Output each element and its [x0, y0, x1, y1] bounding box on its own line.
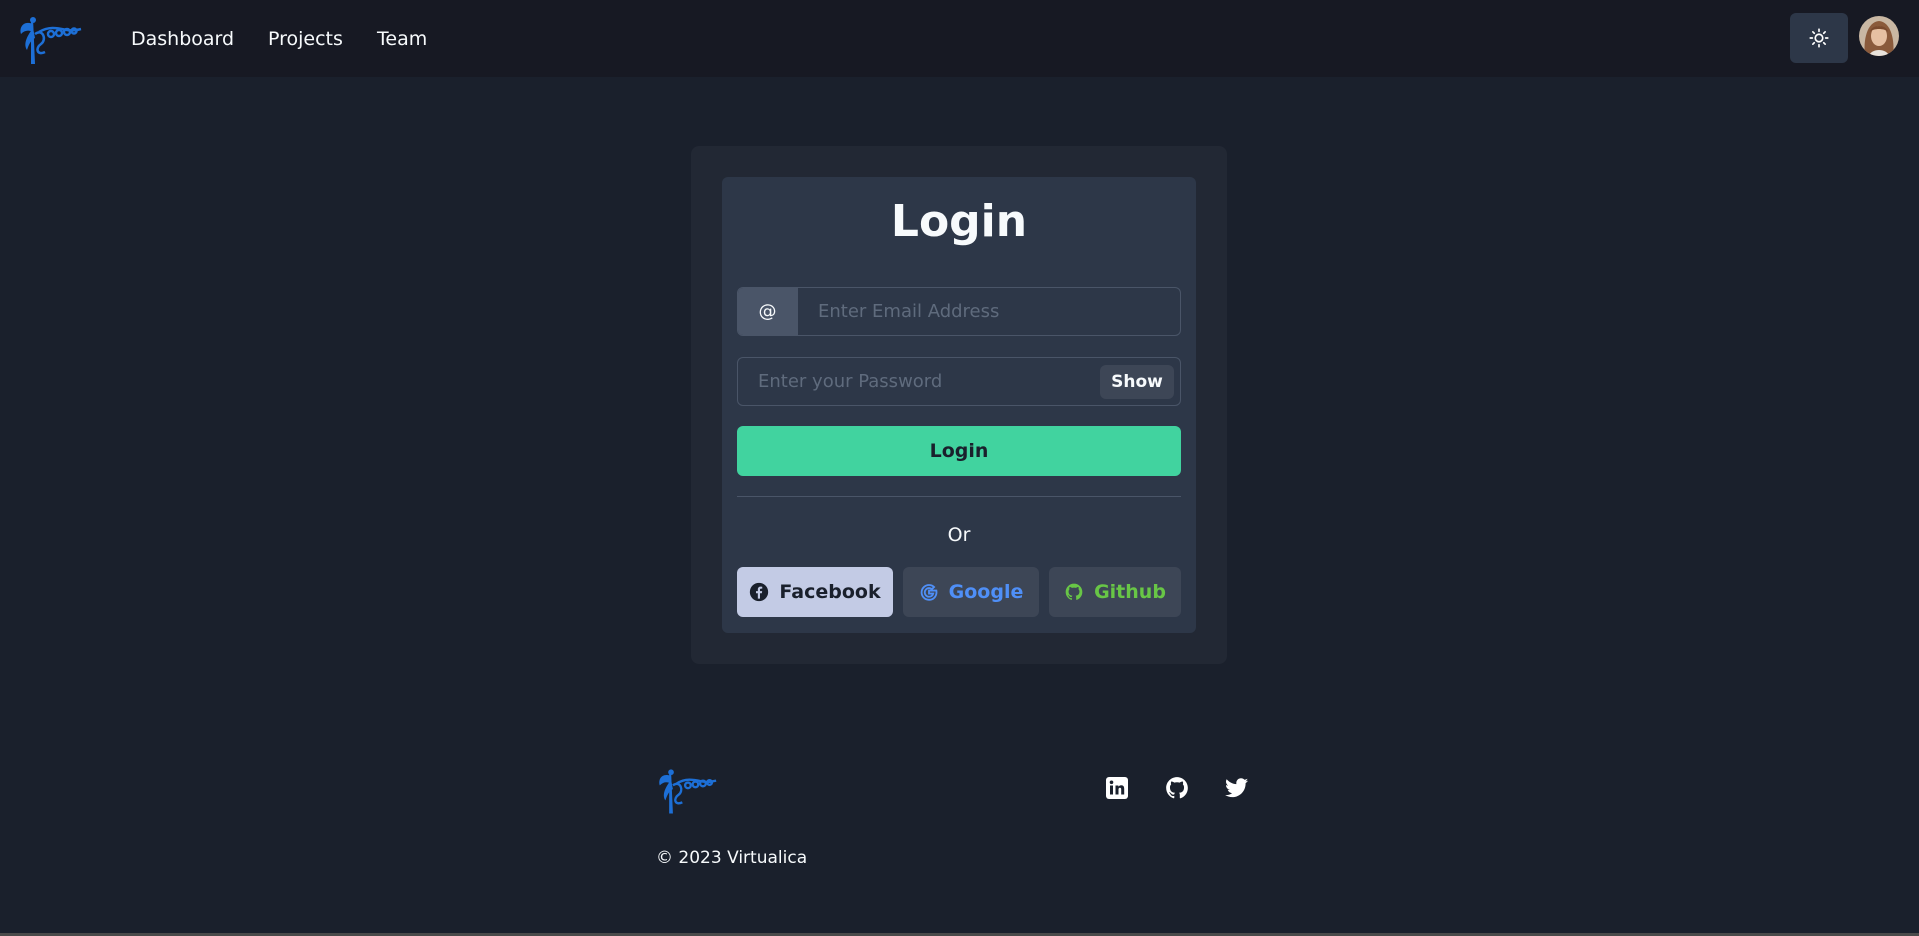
facebook-icon [750, 582, 769, 602]
google-login-button[interactable]: Google [903, 567, 1039, 617]
divider [737, 496, 1181, 497]
password-field-group: Show [737, 357, 1181, 406]
nav-dashboard-link[interactable]: Dashboard [131, 26, 234, 52]
facebook-label: Facebook [779, 581, 881, 603]
copyright-text: © 2023 Virtualica [656, 848, 808, 868]
github-icon[interactable] [1164, 775, 1190, 801]
theme-toggle-button[interactable] [1790, 13, 1848, 63]
navbar: Dashboard Projects Team [0, 0, 1919, 77]
github-icon [1065, 583, 1083, 600]
nav-team-link[interactable]: Team [377, 26, 427, 52]
password-input[interactable] [738, 371, 1100, 392]
show-password-button[interactable]: Show [1100, 364, 1174, 399]
github-label: Github [1094, 581, 1166, 603]
email-input[interactable] [798, 288, 1180, 335]
user-avatar[interactable] [1859, 16, 1899, 56]
or-separator-text: Or [947, 524, 971, 546]
caduceus-logo-icon[interactable] [17, 14, 83, 66]
footer-caduceus-logo-icon[interactable] [656, 765, 718, 817]
at-sign-addon: @ [738, 288, 798, 335]
google-icon [920, 584, 938, 601]
sun-icon [1809, 28, 1829, 48]
email-field-group: @ [737, 287, 1181, 336]
twitter-icon[interactable] [1224, 775, 1250, 801]
facebook-login-button[interactable]: Facebook [737, 567, 893, 617]
login-title: Login [890, 196, 1028, 247]
nav-projects-link[interactable]: Projects [268, 26, 343, 52]
linkedin-icon[interactable] [1104, 775, 1130, 801]
google-label: Google [948, 581, 1024, 603]
login-submit-button[interactable]: Login [737, 426, 1181, 476]
github-login-button[interactable]: Github [1049, 567, 1181, 617]
